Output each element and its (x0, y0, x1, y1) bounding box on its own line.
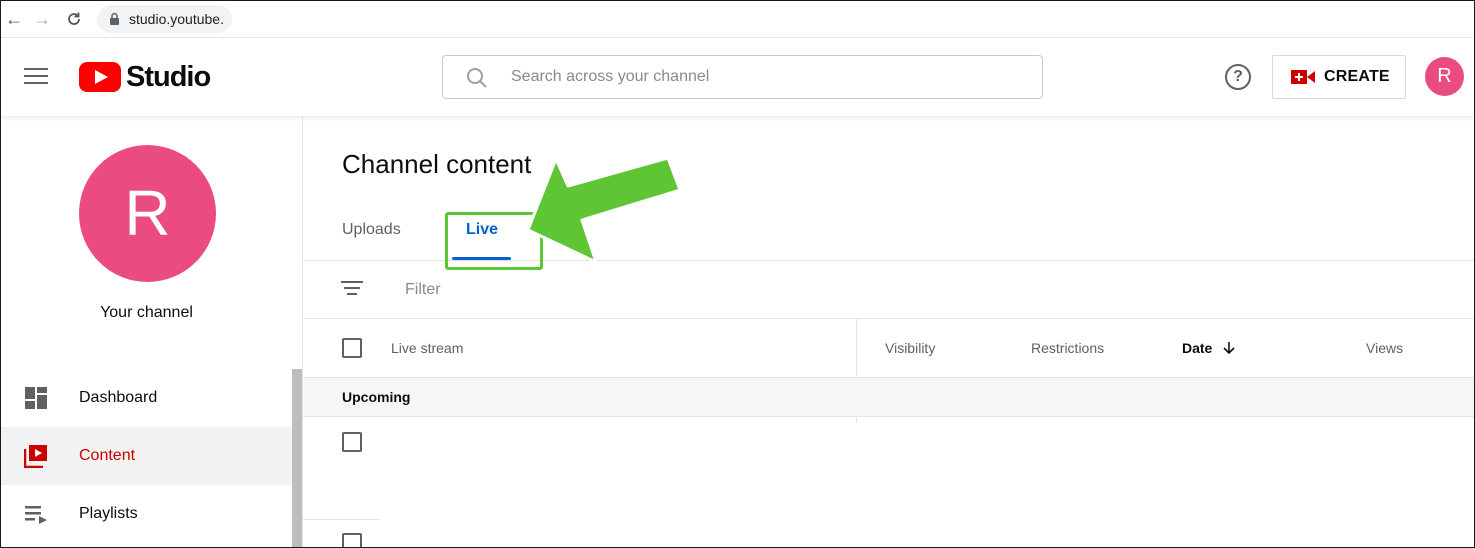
page-title: Channel content (342, 149, 532, 179)
sidebar-scrollbar[interactable] (292, 369, 302, 548)
group-header-row: Upcoming (303, 378, 1475, 417)
group-label-upcoming: Upcoming (342, 389, 411, 405)
youtube-studio-logo[interactable]: Studio (79, 60, 211, 94)
column-header-date[interactable]: Date (1182, 340, 1236, 356)
lock-icon (110, 12, 119, 25)
divider (303, 519, 380, 520)
logo-text: Studio (126, 60, 211, 93)
sidebar-item-label: Content (79, 447, 136, 464)
divider (303, 318, 1475, 319)
tab-uploads[interactable]: Uploads (342, 221, 401, 239)
column-header-views[interactable]: Views (1366, 340, 1403, 356)
search-icon[interactable] (465, 66, 489, 90)
column-header-restrictions[interactable]: Restrictions (1031, 340, 1104, 356)
url-text: studio.youtube. (129, 11, 224, 27)
annotation-arrow-icon (526, 156, 682, 264)
search-input[interactable] (511, 56, 1011, 98)
row-checkbox[interactable] (342, 432, 362, 452)
help-icon[interactable]: ? (1225, 64, 1251, 90)
create-label: CREATE (1324, 68, 1390, 85)
sidebar: R Your channel Dashboard Content Playlis… (0, 116, 303, 548)
playlists-icon (25, 506, 47, 524)
filter-input[interactable]: Filter (405, 281, 441, 299)
sidebar-item-playlists[interactable]: Playlists (0, 485, 293, 543)
browser-toolbar: ← → studio.youtube. (0, 0, 1475, 38)
column-header-date-label: Date (1182, 340, 1213, 356)
column-divider (856, 319, 857, 377)
sidebar-item-label: Playlists (79, 505, 138, 522)
create-button[interactable]: CREATE (1272, 55, 1406, 99)
column-divider (856, 417, 857, 423)
forward-arrow-icon[interactable]: → (32, 9, 52, 29)
reload-icon[interactable] (64, 9, 84, 29)
sidebar-item-content[interactable]: Content (0, 427, 293, 485)
search-box[interactable] (442, 55, 1043, 99)
content-icon (24, 445, 47, 468)
row-checkbox[interactable] (342, 533, 362, 548)
hamburger-menu-icon[interactable] (24, 68, 48, 86)
column-header-live-stream[interactable]: Live stream (391, 340, 463, 356)
sidebar-item-dashboard[interactable]: Dashboard (0, 369, 293, 427)
back-arrow-icon[interactable]: ← (4, 9, 24, 29)
youtube-play-logo-icon (79, 62, 121, 92)
select-all-checkbox[interactable] (342, 338, 362, 358)
filter-icon[interactable] (340, 281, 364, 301)
address-bar[interactable]: studio.youtube. (97, 5, 232, 33)
channel-avatar[interactable]: R (79, 145, 216, 282)
column-header-visibility[interactable]: Visibility (885, 340, 935, 356)
video-camera-add-icon (1291, 70, 1315, 84)
studio-header: Studio ? CREATE R (0, 38, 1475, 116)
dashboard-icon (25, 387, 47, 409)
channel-name: Your channel (100, 304, 193, 321)
sort-down-arrow-icon (1223, 342, 1235, 355)
sidebar-item-label: Dashboard (79, 389, 158, 406)
main-content: Channel content Uploads Live Filter Live… (303, 116, 1475, 548)
account-avatar[interactable]: R (1425, 57, 1464, 96)
